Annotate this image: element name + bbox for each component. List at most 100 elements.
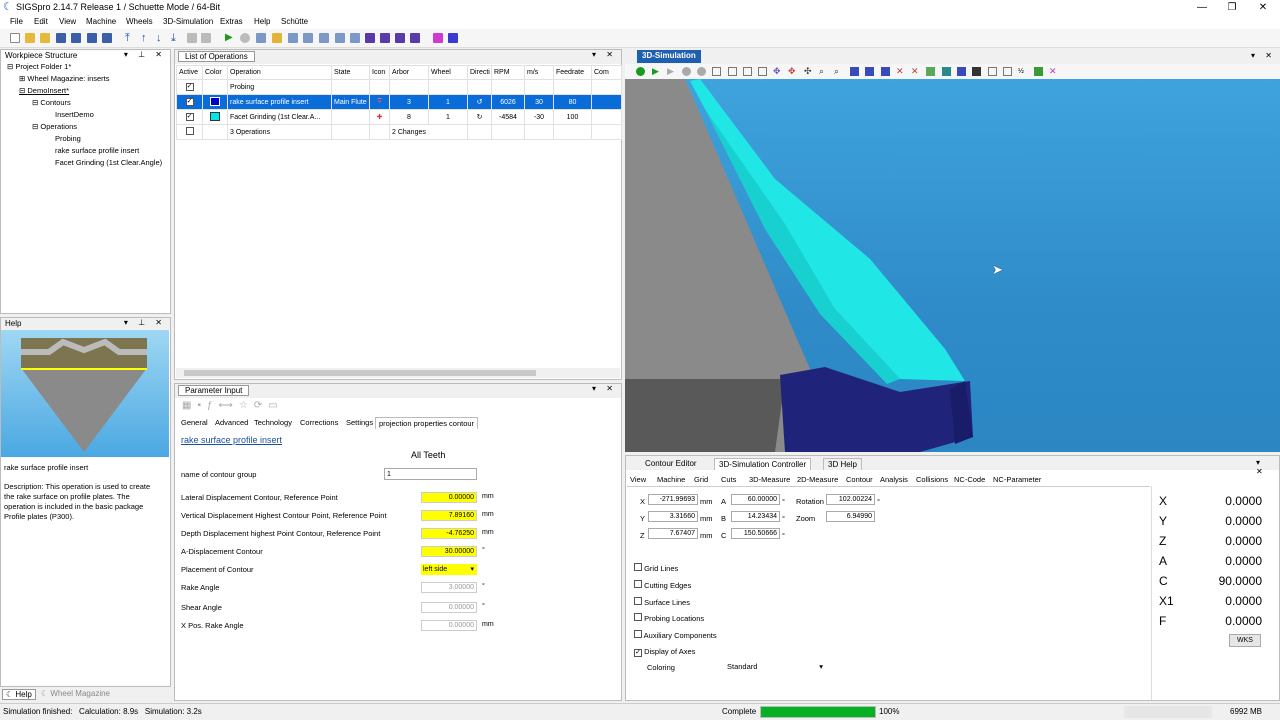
placement-select[interactable]: left side ▾ — [421, 564, 477, 575]
color-swatch[interactable] — [210, 111, 220, 121]
tool-f-icon[interactable] — [335, 33, 345, 43]
col-color[interactable]: Color — [202, 65, 228, 80]
menu-edit[interactable]: Edit — [34, 17, 48, 26]
probing-locations-row[interactable]: Probing Locations — [634, 613, 704, 623]
tool-l-icon[interactable] — [433, 33, 443, 43]
panel-controls[interactable]: ▾ ✕ — [592, 50, 617, 59]
view-top-icon[interactable] — [743, 67, 752, 76]
col-icon[interactable]: Icon — [369, 65, 390, 80]
panel-controls[interactable]: ▾ ✕ — [1251, 51, 1276, 60]
subtab-2d-measure[interactable]: 2D-Measure — [797, 475, 838, 486]
tab-general[interactable]: General — [178, 417, 211, 429]
save-as-icon[interactable] — [71, 33, 81, 43]
move-icon[interactable]: ✣ — [804, 67, 813, 76]
sim-step-icon[interactable]: ▶ — [652, 67, 661, 76]
tree-insert-demo[interactable]: InsertDemo — [55, 110, 94, 119]
tool-view-3-icon[interactable] — [881, 67, 890, 76]
simulation-tab[interactable]: 3D-Simulation — [637, 50, 701, 63]
panel-controls[interactable]: ▾ ✕ — [1256, 458, 1280, 476]
grid-lines-row[interactable]: Grid Lines — [634, 563, 678, 573]
sim-reset-icon[interactable] — [697, 67, 706, 76]
list-icon[interactable] — [1003, 67, 1012, 76]
tree-demo-insert[interactable]: ⊟ DemoInsert* — [19, 86, 69, 95]
view-front-icon[interactable] — [712, 67, 721, 76]
clear-2-icon[interactable]: ✕ — [911, 67, 920, 76]
subtab-contour[interactable]: Contour — [846, 475, 873, 486]
minimize-icon[interactable]: — — [1187, 0, 1217, 16]
tool-e-icon[interactable] — [319, 33, 329, 43]
col-feedrate[interactable]: Feedrate — [553, 65, 592, 80]
pan-icon[interactable]: ✥ — [788, 67, 797, 76]
view-side-icon[interactable] — [728, 67, 737, 76]
move-top-icon[interactable]: ⤒ — [125, 33, 135, 44]
export-3d-icon[interactable]: ✕ — [1049, 67, 1058, 76]
table-row[interactable]: ✓ Facet Grinding (1st Clear.A... ✚ 8 1 ↻… — [176, 109, 622, 125]
color-swatch[interactable] — [210, 96, 220, 106]
sim-stop-icon[interactable] — [682, 67, 691, 76]
view-iso-icon[interactable] — [758, 67, 767, 76]
col-ms[interactable]: m/s — [524, 65, 554, 80]
coord-x-input[interactable]: -271.99693 — [648, 494, 698, 505]
menu-extras[interactable]: Extras — [220, 17, 243, 26]
simulation-viewport[interactable]: ➤ — [625, 79, 1280, 452]
tab-3d-help[interactable]: 3D Help — [823, 458, 862, 470]
vertical-displacement-input[interactable]: 7.89160 — [421, 510, 477, 521]
axes-icon[interactable] — [957, 67, 966, 76]
open-folder-icon[interactable] — [40, 33, 50, 43]
camera-icon[interactable] — [972, 67, 981, 76]
coord-z-input[interactable]: 7.67407 — [648, 528, 698, 539]
tool-view-icon[interactable] — [850, 67, 859, 76]
settings-icon[interactable] — [942, 67, 951, 76]
tab-projection-properties[interactable]: projection properties contour — [375, 417, 479, 429]
zoom-window-icon[interactable]: ⌕ — [834, 67, 843, 76]
scrollbar-thumb[interactable] — [184, 370, 536, 376]
subtab-machine[interactable]: Machine — [657, 475, 685, 486]
panel-controls[interactable]: ▾ ⊥ ✕ — [124, 318, 166, 327]
sim-play-icon[interactable]: ▶ — [667, 67, 676, 76]
tool-g-icon[interactable] — [350, 33, 360, 43]
probing-locations-checkbox[interactable] — [634, 613, 642, 621]
tool-m-icon[interactable] — [448, 33, 458, 43]
coord-a-input[interactable]: 60.00000 — [731, 494, 780, 505]
half-icon[interactable]: ½ — [1018, 67, 1027, 76]
tool-b-icon[interactable] — [272, 33, 282, 43]
menu-3d-simulation[interactable]: 3D-Simulation — [163, 17, 213, 26]
subtab-nc-parameter[interactable]: NC-Parameter — [993, 475, 1041, 486]
active-checkbox[interactable]: ✓ — [185, 113, 194, 121]
subtab-grid[interactable]: Grid — [694, 475, 708, 486]
tool-a-icon[interactable] — [256, 33, 266, 43]
rotation-input[interactable]: 102.00224 — [826, 494, 875, 505]
stop-icon[interactable] — [240, 33, 250, 43]
tool-c-icon[interactable] — [288, 33, 298, 43]
parameter-toolbar-icons[interactable]: ▦▪ƒ⟷☆⟳▭ — [182, 400, 284, 411]
menu-file[interactable]: File — [10, 17, 23, 26]
table-row-selected[interactable]: ✓ rake surface profile insert Main Flute… — [176, 94, 622, 110]
col-state[interactable]: State — [331, 65, 370, 80]
menu-view[interactable]: View — [59, 17, 76, 26]
cutting-edges-row[interactable]: Cutting Edges — [634, 580, 691, 590]
tab-settings[interactable]: Settings — [343, 417, 376, 429]
coord-y-input[interactable]: 3.31660 — [648, 511, 698, 522]
close-icon[interactable]: ✕ — [1248, 0, 1278, 16]
menu-schuette[interactable]: Schütte — [281, 17, 308, 26]
menu-help[interactable]: Help — [254, 17, 270, 26]
tree-rake-surface[interactable]: rake surface profile insert — [55, 146, 139, 155]
depth-displacement-input[interactable]: -4.76250 — [421, 528, 477, 539]
paste-icon[interactable] — [201, 33, 211, 43]
play-icon[interactable]: ▶ — [225, 33, 235, 43]
rake-angle-input[interactable]: 3.00000 — [421, 582, 477, 593]
col-direction[interactable]: Directi — [467, 65, 492, 80]
zoom-input[interactable]: 6.94990 — [826, 511, 875, 522]
tab-technology[interactable]: Technology — [251, 417, 295, 429]
restore-icon[interactable]: ❐ — [1217, 0, 1247, 16]
tab-advanced[interactable]: Advanced — [212, 417, 251, 429]
tool-view-2-icon[interactable] — [865, 67, 874, 76]
frame-icon[interactable] — [988, 67, 997, 76]
chevron-down-icon[interactable]: ▾ — [819, 661, 823, 673]
lateral-displacement-input[interactable]: 0.00000 — [421, 492, 477, 503]
tree-facet-grinding[interactable]: Facet Grinding (1st Clear.Angle) — [55, 158, 162, 167]
surface-lines-checkbox[interactable] — [634, 597, 642, 605]
col-arbor[interactable]: Arbor — [389, 65, 429, 80]
coloring-select[interactable]: Standard ▾ — [725, 661, 825, 673]
coord-c-input[interactable]: 150.50666 — [731, 528, 780, 539]
